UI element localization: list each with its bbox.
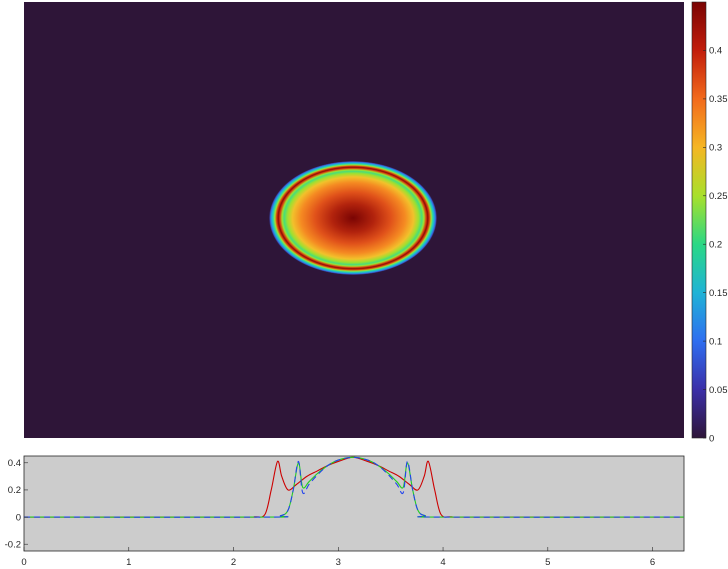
- colorbar-ticks: 0 0.05 0.1 0.15 0.2 0.25 0.3 0.35 0.4: [703, 46, 728, 444]
- colorbar-tick-label: 0.1: [709, 336, 722, 347]
- x-tick-label: 3: [336, 557, 341, 568]
- colorbar-tick-label: 0.05: [709, 385, 728, 396]
- y-tick-label: 0.2: [8, 485, 21, 496]
- colorbar-tick-label: 0.15: [709, 288, 728, 299]
- figure: 0 0.05 0.1 0.15 0.2 0.25 0.3 0.35 0.4 0 1 2 3 4 5 6 -0…: [5, 1, 728, 568]
- x-tick-label: 2: [231, 557, 236, 568]
- x-tick-label: 5: [545, 557, 550, 568]
- colorbar: 0 0.05 0.1 0.15 0.2 0.25 0.3 0.35 0.4: [691, 1, 728, 444]
- x-tick-label: 1: [126, 557, 131, 568]
- y-tick-label: 0: [16, 512, 21, 523]
- colorbar-tick-label: 0.35: [709, 94, 728, 105]
- y-tick-label: -0.2: [5, 540, 21, 551]
- colorbar-gradient: [691, 1, 707, 439]
- line-panel: 0123456 -0.200.20.4: [5, 455, 685, 568]
- line-plot-background: [23, 455, 685, 552]
- colorbar-tick-label: 0.2: [709, 240, 722, 251]
- colorbar-tick-label: 0.3: [709, 143, 722, 154]
- colorbar-tick-label: 0.4: [709, 46, 722, 57]
- heatmap-blob: [269, 161, 437, 275]
- x-tick-label: 0: [21, 557, 26, 568]
- colorbar-tick-label: 0: [709, 433, 714, 444]
- colorbar-tick-label: 0.25: [709, 191, 728, 202]
- heatmap-panel: [24, 2, 684, 438]
- x-tick-label: 4: [440, 557, 445, 568]
- x-tick-label: 6: [650, 557, 655, 568]
- y-tick-label: 0.4: [8, 458, 21, 469]
